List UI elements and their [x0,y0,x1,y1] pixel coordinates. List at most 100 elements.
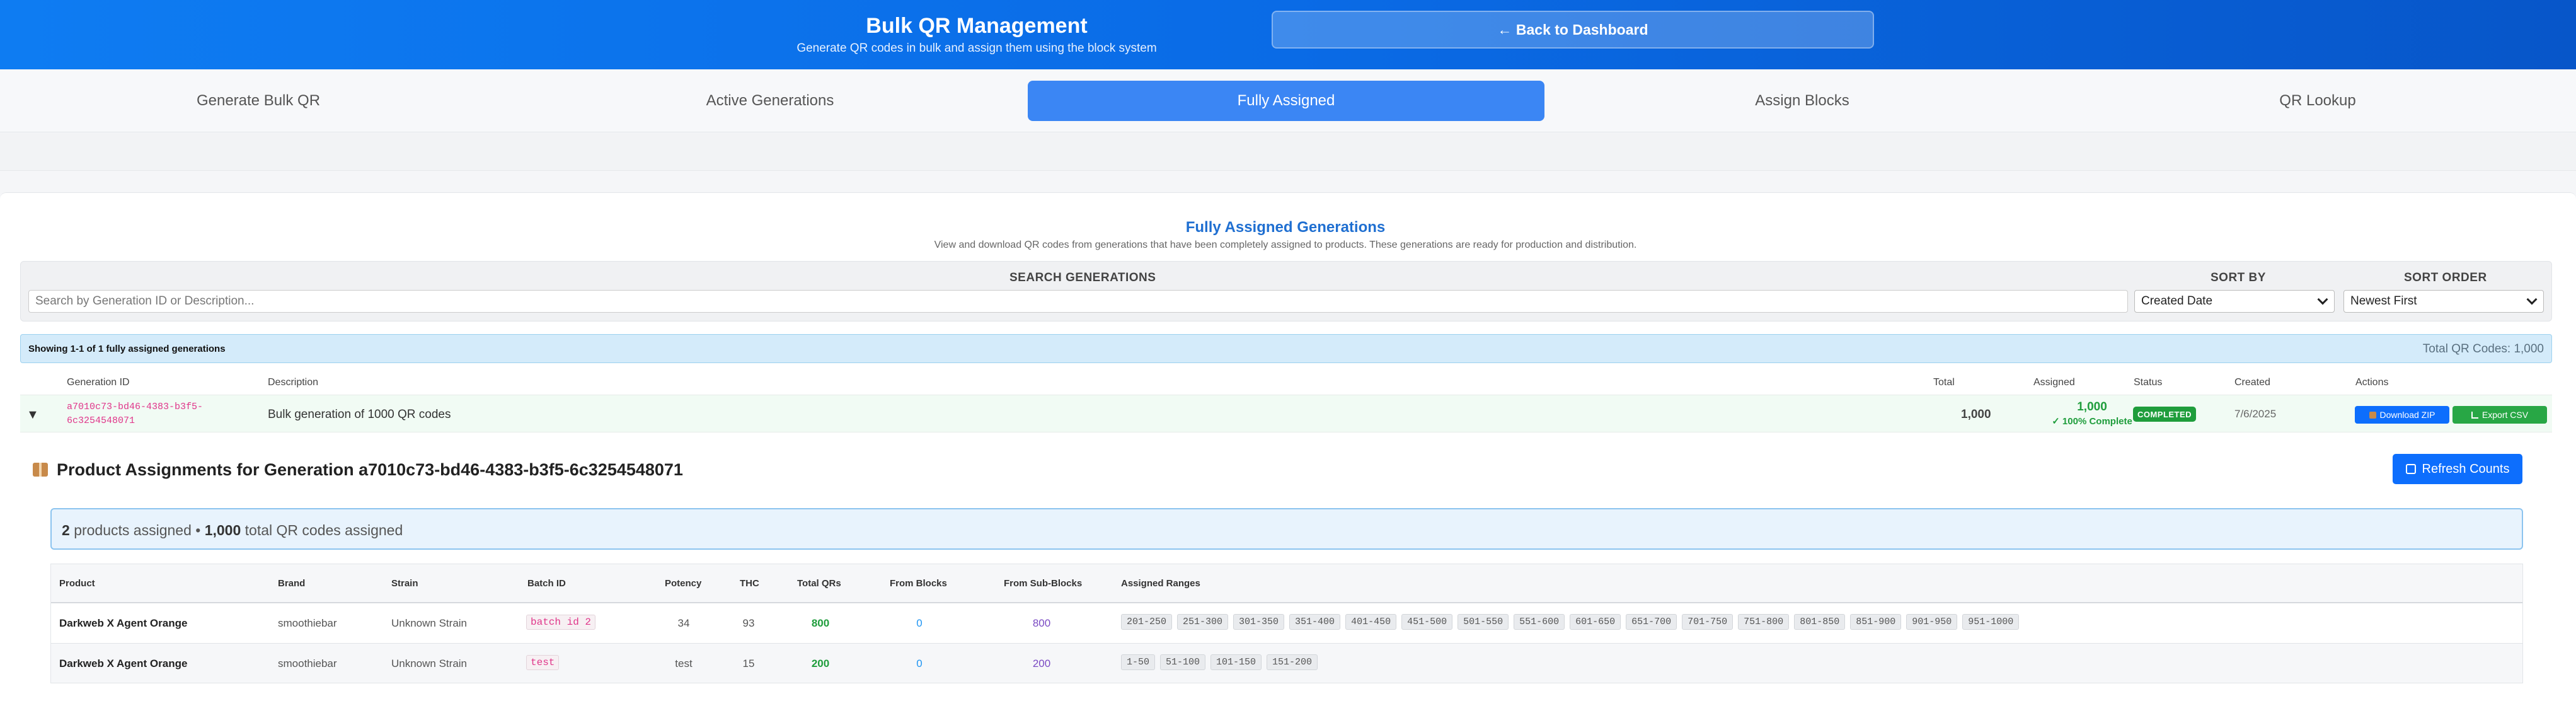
col-batch-id: Batch ID [527,578,566,589]
page-title: Bulk QR Management [866,14,1088,38]
total-qrs: 800 [811,617,830,629]
status-badge: COMPLETED [2133,407,2196,422]
sort-order-select[interactable]: Newest First [2343,290,2544,313]
range-tag: 201-250 [1121,614,1173,630]
thc: 93 [742,617,755,629]
search-input[interactable] [28,290,2128,313]
col-brand: Brand [278,578,306,589]
export-csv-button[interactable]: Export CSV [2452,406,2547,424]
col-created: Created [2234,377,2270,388]
page-subtitle: Generate QR codes in bulk and assign the… [796,42,1157,55]
col-assigned: Assigned [2033,377,2075,388]
range-tag: 1-50 [1121,654,1156,670]
assigned-percent: ✓ 100% Complete [2052,416,2132,427]
range-tag: 951-1000 [1962,614,2020,630]
range-tag: 851-900 [1850,614,1902,630]
tab-assign-blocks[interactable]: Assign Blocks [1544,81,2061,121]
col-status: Status [2134,377,2163,388]
refresh-counts-button[interactable]: Refresh Counts [2393,454,2522,484]
brand: smoothiebar [278,617,337,629]
section-description: View and download QR codes from generati… [934,240,1637,250]
package-icon [33,463,48,477]
sort-order-value: Newest First [2350,294,2417,308]
range-tag: 901-950 [1906,614,1958,630]
col-from-sub-blocks: From Sub-Blocks [1004,578,1083,589]
total-qrs: 200 [811,658,830,669]
table-row[interactable]: ▼ a7010c73-bd46-4383-b3f5- 6c3254548071 … [20,395,2552,432]
tab-fully-assigned[interactable]: Fully Assigned [1028,81,1544,121]
product-name: Darkweb X Agent Orange [59,617,188,629]
chart-icon [2471,411,2478,419]
search-label: SEARCH GENERATIONS [1009,271,1156,284]
tab-generate-bulk-qr[interactable]: Generate Bulk QR [0,81,517,121]
range-tag: 601-650 [1570,614,1621,630]
range-tag: 251-300 [1177,614,1229,630]
sort-by-select[interactable]: Created Date [2134,290,2335,313]
range-tag: 151-200 [1267,654,1318,670]
from-sub-blocks: 800 [1032,617,1051,629]
generations-table-header: Generation ID Description Total Assigned… [20,372,2552,393]
chevron-down-icon [2526,294,2538,305]
potency: test [675,658,693,669]
range-tag: 701-750 [1682,614,1734,630]
strain: Unknown Strain [391,617,468,629]
tab-active-generations[interactable]: Active Generations [512,81,1028,121]
col-description: Description [268,377,319,388]
sort-order-label: SORT ORDER [2404,271,2487,284]
generation-assigned: 1,000 [2077,400,2107,414]
assignments-title: Product Assignments for Generation a7010… [33,460,683,480]
col-total: Total [1933,377,1955,388]
total-assigned-count: 1,000 [204,522,241,538]
range-tag: 651-700 [1626,614,1677,630]
range-tag: 551-600 [1514,614,1565,630]
from-blocks: 0 [916,617,923,629]
table-row: Darkweb X Agent Orange smoothiebar Unkno… [51,603,2522,643]
from-blocks: 0 [916,658,923,669]
tab-qr-lookup[interactable]: QR Lookup [2059,81,2576,121]
range-tag: 401-450 [1345,614,1397,630]
generation-description: Bulk generation of 1000 QR codes [268,408,451,421]
generation-id: a7010c73-bd46-4383-b3f5- 6c3254548071 [67,402,204,426]
range-tag: 801-850 [1794,614,1846,630]
range-tag: 751-800 [1738,614,1790,630]
section-title: Fully Assigned Generations [1185,219,1386,236]
download-zip-button[interactable]: Download ZIP [2355,406,2449,424]
col-from-blocks: From Blocks [890,578,947,589]
generation-total: 1,000 [1961,408,1991,421]
col-total-qrs: Total QRs [797,578,841,589]
package-icon [2369,411,2376,419]
app-header: Bulk QR Management Generate QR codes in … [0,0,2576,69]
col-product: Product [59,578,95,589]
created-date: 7/6/2025 [2234,408,2277,420]
tab-bar: Generate Bulk QR Active Generations Full… [0,69,2576,132]
sort-by-label: SORT BY [2211,271,2266,284]
col-thc: THC [740,578,759,589]
chevron-down-icon [2317,294,2328,305]
expand-caret-icon[interactable]: ▼ [26,408,39,422]
brand: smoothiebar [278,658,337,669]
products-count: 2 [62,522,70,538]
batch-id: test [526,655,560,670]
back-to-dashboard-button[interactable]: ← Back to Dashboard [1272,11,1874,49]
range-tag: 101-150 [1210,654,1262,670]
table-row: Darkweb X Agent Orange smoothiebar Unkno… [51,643,2522,683]
product-assignments-table: Product Brand Strain Batch ID Potency TH… [50,564,2523,683]
col-generation-id: Generation ID [67,377,130,388]
potency: 34 [677,617,690,629]
refresh-icon [2405,464,2416,474]
col-potency: Potency [665,578,702,589]
assigned-ranges: 201-250 251-300 301-350 351-400 401-450 … [1121,614,2020,630]
assigned-ranges: 1-50 51-100 101-150 151-200 [1121,654,1318,670]
col-actions: Actions [2355,377,2389,388]
results-info-bar: Showing 1-1 of 1 fully assigned generati… [20,334,2552,363]
total-qr-codes: Total QR Codes: 1,000 [2422,342,2544,356]
thc: 15 [742,658,755,669]
range-tag: 51-100 [1160,654,1206,670]
results-count: Showing 1-1 of 1 fully assigned generati… [28,344,226,354]
col-strain: Strain [391,578,418,589]
strain: Unknown Strain [391,658,468,669]
sort-by-value: Created Date [2141,294,2213,308]
assignment-summary: 2 products assigned • 1,000 total QR cod… [50,508,2523,550]
product-name: Darkweb X Agent Orange [59,658,188,669]
batch-id: batch id 2 [526,615,596,630]
